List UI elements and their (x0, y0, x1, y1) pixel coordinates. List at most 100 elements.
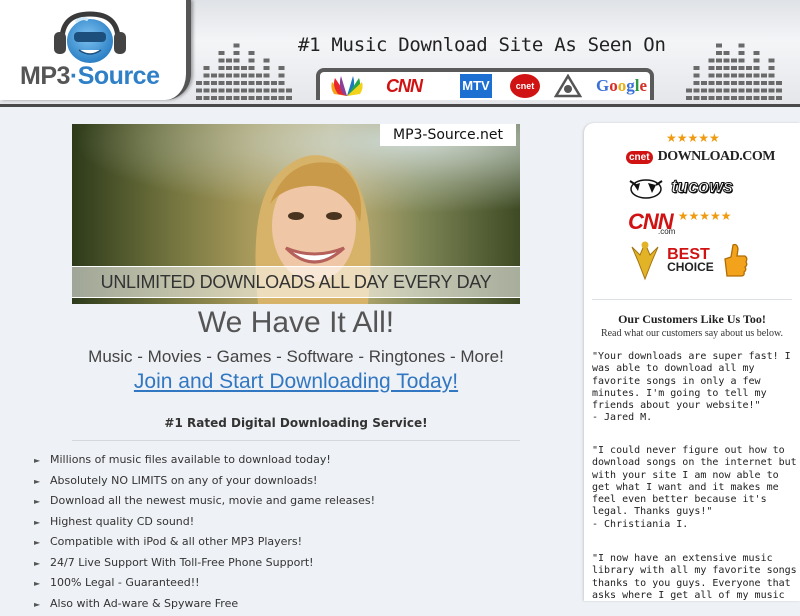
equalizer-segment (709, 96, 715, 100)
equalizer-segment (739, 44, 745, 48)
equalizer-segment (249, 59, 255, 63)
logo[interactable]: MP3·Source (0, 0, 191, 100)
equalizer-segment (739, 59, 745, 63)
equalizer-left-icon (196, 36, 294, 100)
equalizer-segment (746, 89, 752, 93)
equalizer-segment (256, 74, 262, 78)
equalizer-segment (694, 81, 700, 85)
equalizer-segment (249, 74, 255, 78)
equalizer-segment (271, 81, 277, 85)
equalizer-segment (264, 89, 270, 93)
equalizer-segment (204, 66, 210, 70)
equalizer-segment (701, 96, 707, 100)
equalizer-segment (211, 74, 217, 78)
google-logo: Google (596, 74, 647, 98)
equalizer-segment (249, 89, 255, 93)
testimonial-quote: "I could never figure out how to downloa… (592, 445, 798, 519)
equalizer-segment (264, 81, 270, 85)
equalizer-segment (249, 81, 255, 85)
equalizer-segment (776, 96, 782, 100)
equalizer-segment (271, 96, 277, 100)
equalizer-segment (286, 96, 292, 100)
tucows-label: tucows (671, 177, 733, 197)
equalizer-segment (701, 89, 707, 93)
equalizer-segment (204, 89, 210, 93)
list-item: ►24/7 Live Support With Toll-Free Phone … (34, 555, 375, 576)
equalizer-segment (754, 96, 760, 100)
testimonial-author: - Jared M. (592, 412, 798, 424)
equalizer-segment (196, 81, 202, 85)
equalizer-segment (724, 89, 730, 93)
equalizer-segment (219, 74, 225, 78)
equalizer-segment (219, 96, 225, 100)
equalizer-segment (226, 96, 232, 100)
equalizer-segment (256, 81, 262, 85)
equalizer-segment (776, 89, 782, 93)
equalizer-segment (754, 59, 760, 63)
cnn-award: CNN ★★★★★ .com (628, 209, 732, 243)
feature-list: ►Millions of music files available to do… (34, 452, 375, 616)
equalizer-segment (694, 66, 700, 70)
equalizer-segment (694, 96, 700, 100)
divider (72, 440, 520, 441)
star-rating: ★★★★★ (666, 131, 775, 145)
list-item: ►100% Legal - Guaranteed!! (34, 575, 375, 596)
equalizer-segment (716, 81, 722, 85)
list-item: ►Download all the newest music, movie an… (34, 493, 375, 514)
best-choice-award: BEST CHOICE (628, 239, 749, 285)
arrow-bullet-icon: ► (34, 474, 50, 490)
equalizer-segment (769, 81, 775, 85)
equalizer-segment (716, 59, 722, 63)
equalizer-segment (234, 59, 240, 63)
trophy-figure-icon (628, 239, 662, 283)
equalizer-segment (264, 66, 270, 70)
cnet-badge: cnet (626, 151, 653, 164)
thumbs-up-icon (719, 241, 749, 281)
testimonial: "I now have an extensive music library w… (592, 553, 798, 602)
equalizer-segment (219, 59, 225, 63)
list-item: ►Compatible with iPod & all other MP3 Pl… (34, 534, 375, 555)
equalizer-segment (709, 74, 715, 78)
equalizer-segment (761, 96, 767, 100)
equalizer-segment (234, 96, 240, 100)
list-item: ►Highest quality CD sound! (34, 514, 375, 535)
equalizer-segment (739, 74, 745, 78)
star-rating: ★★★★★ (678, 209, 732, 223)
equalizer-segment (724, 66, 730, 70)
tucows-award: tucows (626, 175, 733, 205)
arrow-bullet-icon: ► (34, 576, 50, 592)
headphones-face-icon (52, 10, 128, 66)
testimonials-title: Our Customers Like Us Too! (584, 312, 800, 327)
equalizer-segment (279, 89, 285, 93)
equalizer-segment (709, 59, 715, 63)
equalizer-segment (731, 81, 737, 85)
equalizer-segment (761, 81, 767, 85)
equalizer-segment (279, 74, 285, 78)
equalizer-segment (234, 44, 240, 48)
equalizer-segment (746, 96, 752, 100)
equalizer-segment (724, 96, 730, 100)
equalizer-segment (241, 96, 247, 100)
cnn-logo: CNN (386, 74, 432, 98)
equalizer-segment (716, 96, 722, 100)
equalizer-segment (226, 74, 232, 78)
equalizer-segment (234, 81, 240, 85)
equalizer-segment (234, 66, 240, 70)
equalizer-segment (739, 51, 745, 55)
equalizer-segment (204, 96, 210, 100)
equalizer-segment (754, 81, 760, 85)
equalizer-segment (241, 89, 247, 93)
equalizer-segment (694, 89, 700, 93)
equalizer-segment (226, 89, 232, 93)
equalizer-segment (746, 81, 752, 85)
equalizer-segment (204, 74, 210, 78)
equalizer-segment (211, 81, 217, 85)
equalizer-segment (204, 81, 210, 85)
equalizer-segment (686, 96, 692, 100)
arrow-bullet-icon: ► (34, 556, 50, 572)
equalizer-segment (724, 81, 730, 85)
arrow-bullet-icon: ► (34, 597, 50, 613)
hero-banner-image[interactable]: MP3-Source.net UNLIMITED DOWNLOADS ALL D… (72, 124, 520, 304)
cow-icon (626, 175, 666, 201)
join-link[interactable]: Join and Start Downloading Today! (72, 370, 520, 394)
